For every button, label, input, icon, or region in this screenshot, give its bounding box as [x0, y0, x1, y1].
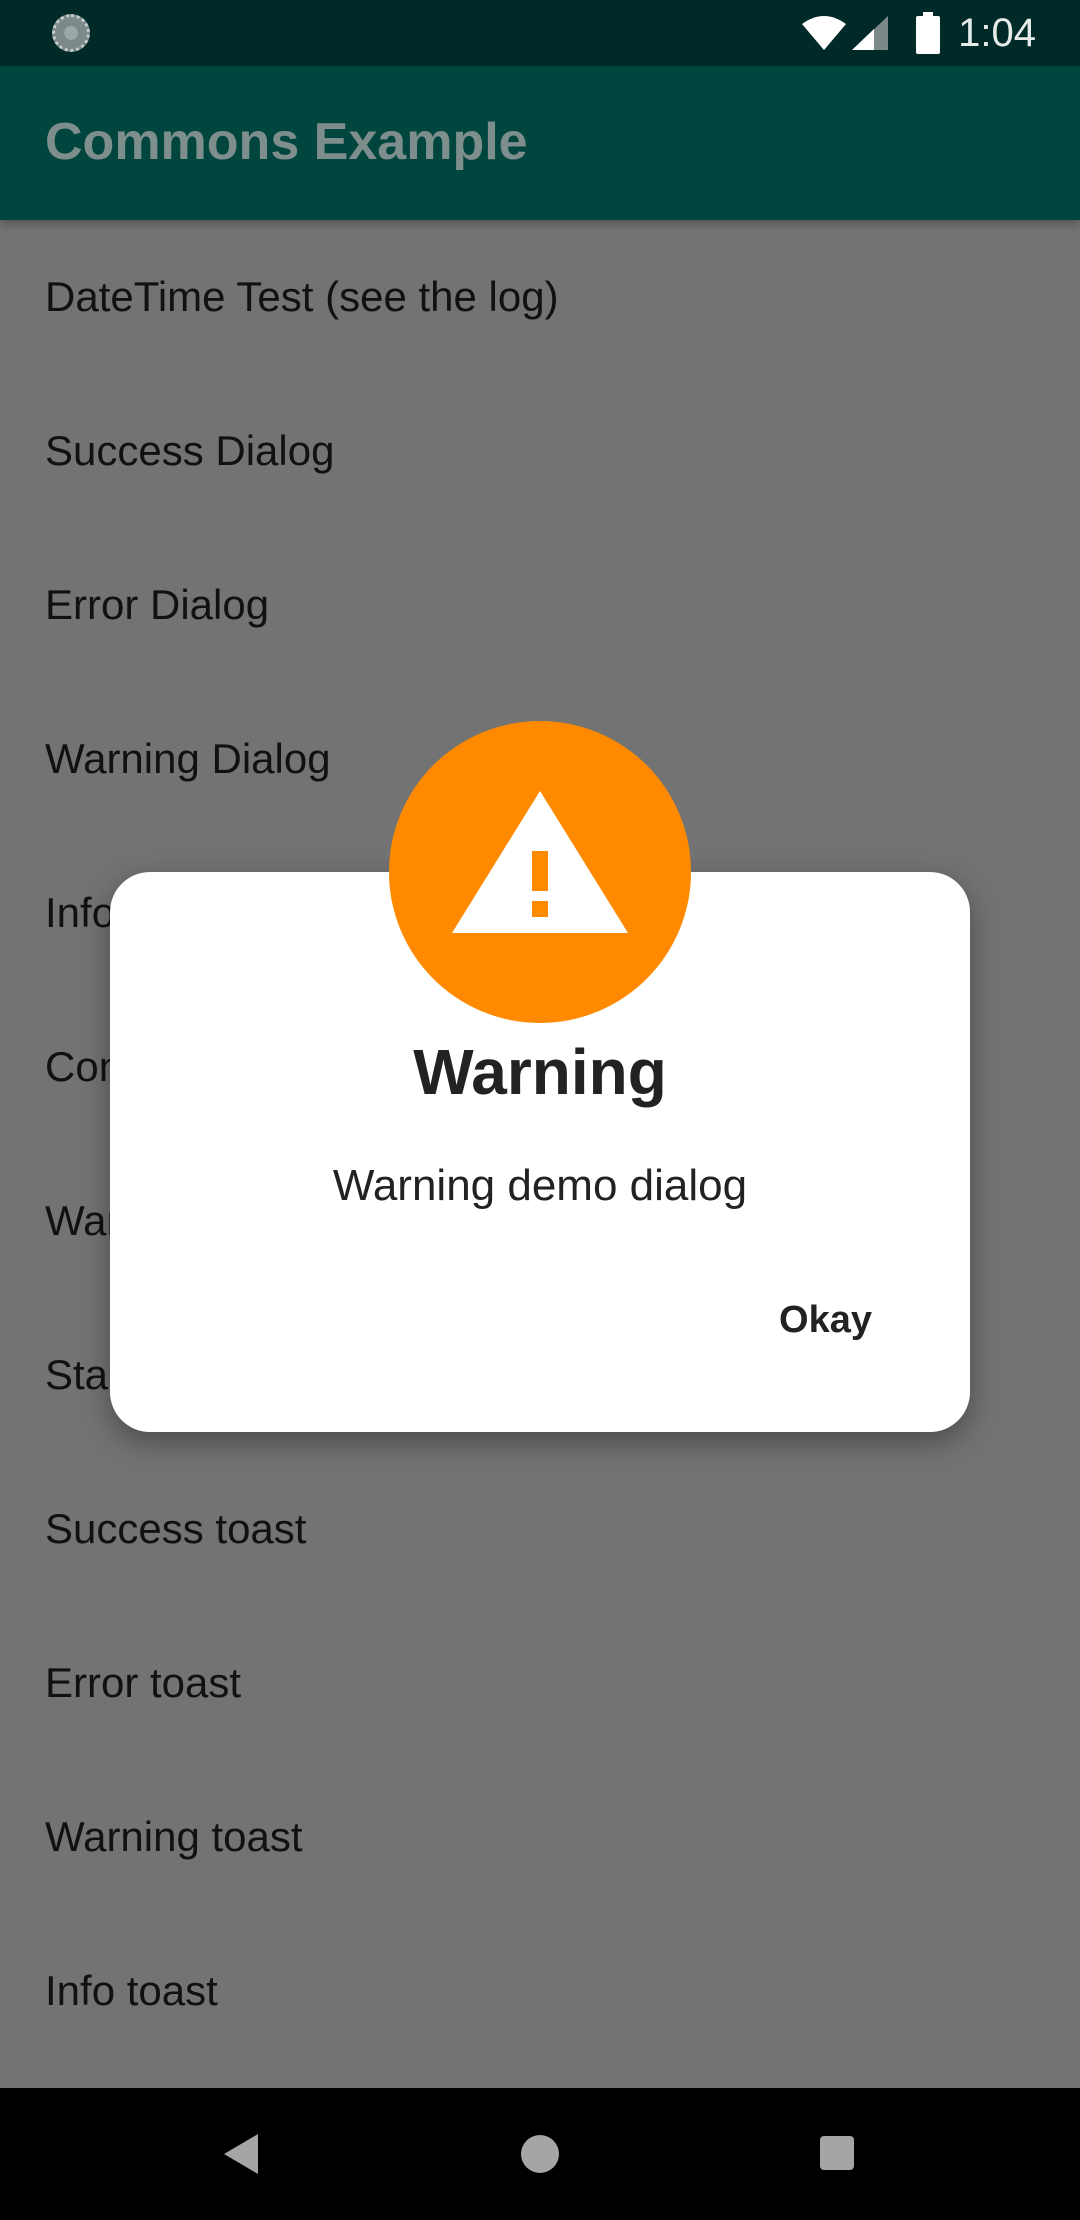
recent-apps-icon[interactable] — [820, 2136, 854, 2170]
list-item-error-toast[interactable]: Error toast — [0, 1606, 1080, 1760]
list-item-label: Info toast — [45, 1967, 218, 2014]
list-item-label: Success Dialog — [45, 427, 335, 474]
app-bar: Commons Example — [0, 66, 1080, 220]
dialog-badge — [389, 721, 691, 1023]
loading-spinner-icon — [52, 14, 90, 52]
status-icons: 1:04 — [800, 0, 1080, 66]
dialog-title: Warning — [413, 1036, 667, 1108]
list-item-label: Warning toast — [45, 1813, 303, 1860]
list-item-label: Error toast — [45, 1659, 242, 1706]
okay-button[interactable]: Okay — [779, 1296, 872, 1344]
app-title: Commons Example — [45, 113, 528, 171]
cellular-signal-icon — [852, 16, 888, 50]
navigation-bar — [0, 2088, 1080, 2220]
list-item-label: Warning Dialog — [45, 735, 331, 782]
status-bar: 1:04 — [0, 0, 1080, 66]
list-item-error-dialog[interactable]: Error Dialog — [0, 528, 1080, 682]
list-item-label: Error Dialog — [45, 581, 270, 628]
status-time: 1:04 — [958, 11, 1036, 55]
list-item-datetime-test[interactable]: DateTime Test (see the log) — [0, 220, 1080, 374]
list-item-label: DateTime Test (see the log) — [45, 273, 559, 320]
wifi-icon — [802, 16, 846, 50]
list-item-info-toast[interactable]: Info toast — [0, 1914, 1080, 2068]
dialog-message: Warning demo dialog — [332, 1161, 748, 1210]
list-item-warning-toast[interactable]: Warning toast — [0, 1760, 1080, 1914]
list-item-success-toast[interactable]: Success toast — [0, 1452, 1080, 1606]
list-item-success-dialog[interactable]: Success Dialog — [0, 374, 1080, 528]
back-icon[interactable] — [224, 2134, 258, 2174]
battery-icon — [916, 12, 940, 54]
list-item-label: Success toast — [45, 1505, 307, 1552]
home-icon[interactable] — [521, 2135, 559, 2173]
warning-icon — [452, 791, 628, 933]
